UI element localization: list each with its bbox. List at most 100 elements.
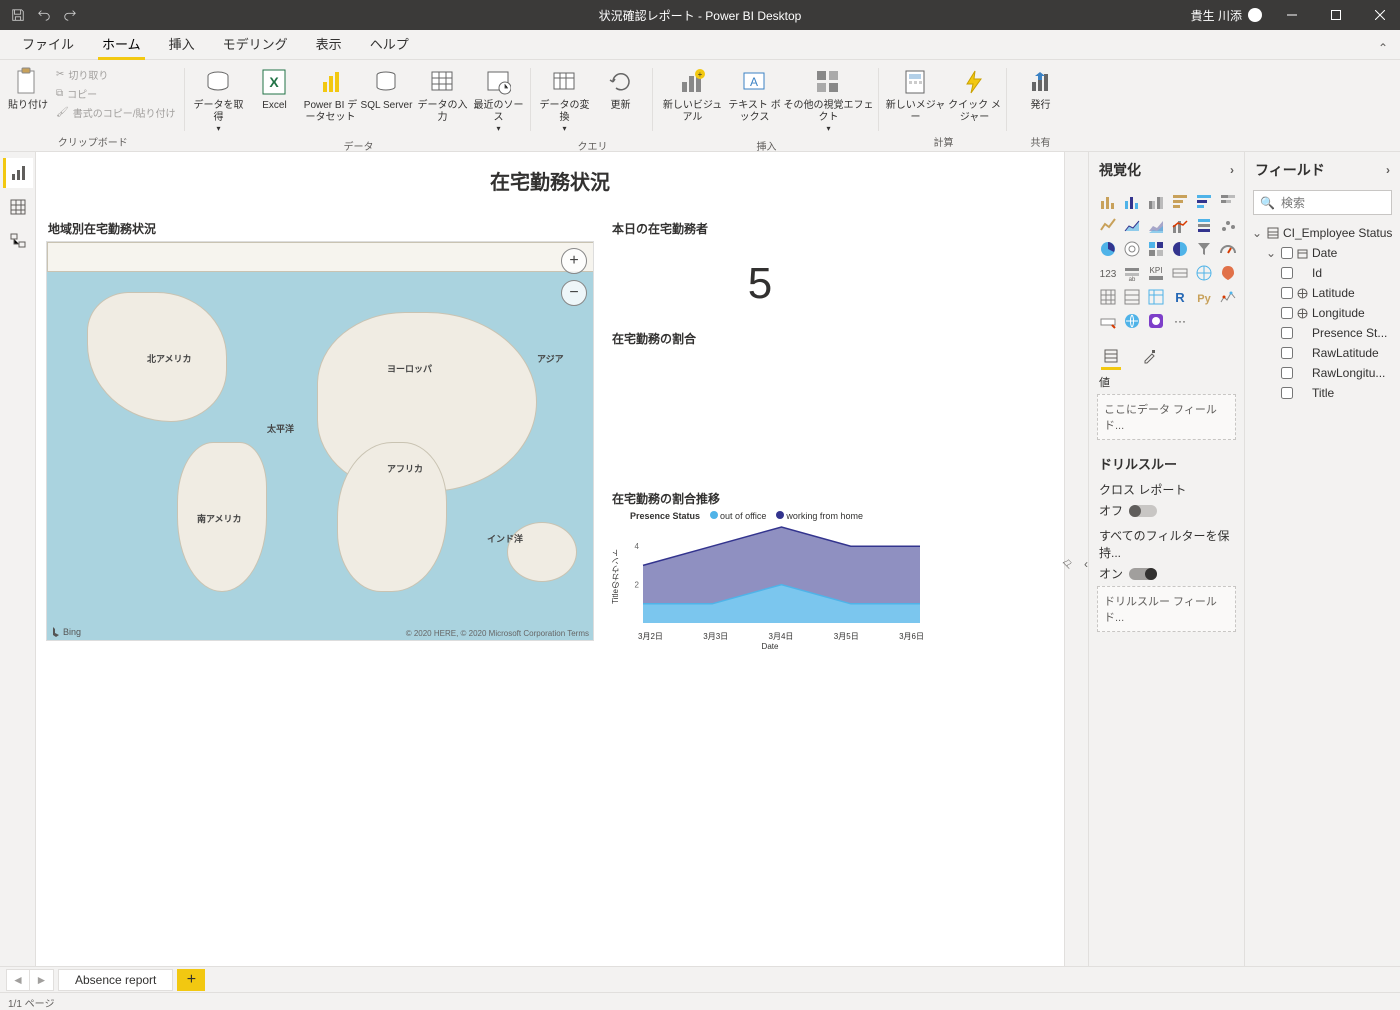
viz-type-tile[interactable] [1193, 238, 1215, 260]
viz-type-tile[interactable] [1097, 214, 1119, 236]
tab-file[interactable]: ファイル [8, 28, 88, 59]
viz-type-tile[interactable] [1169, 190, 1191, 212]
undo-icon[interactable] [32, 3, 56, 27]
page-prev-icon[interactable]: ◄ [6, 969, 30, 991]
viz-type-tile[interactable] [1097, 286, 1119, 308]
field-row[interactable]: Id [1249, 263, 1396, 283]
visual-card[interactable]: 本日の在宅勤務者 5 [610, 216, 910, 315]
page-next-icon[interactable]: ► [30, 969, 54, 991]
viz-type-tile[interactable] [1145, 310, 1167, 332]
viz-type-tile[interactable] [1145, 214, 1167, 236]
new-visual-button[interactable]: +新しいビジュアル [659, 62, 725, 128]
viz-tab-fields-icon[interactable] [1101, 344, 1121, 368]
field-checkbox[interactable] [1281, 347, 1293, 359]
viz-type-tile[interactable] [1121, 286, 1143, 308]
viz-type-tile[interactable] [1121, 214, 1143, 236]
field-row[interactable]: Latitude [1249, 283, 1396, 303]
viz-type-tile[interactable] [1217, 286, 1239, 308]
viz-more-icon[interactable]: ··· [1169, 310, 1191, 332]
field-row[interactable]: Presence St... [1249, 323, 1396, 343]
field-checkbox[interactable] [1281, 267, 1293, 279]
field-checkbox[interactable] [1281, 247, 1293, 259]
keep-filters-toggle[interactable] [1129, 568, 1157, 580]
viz-type-tile[interactable] [1121, 190, 1143, 212]
cross-report-toggle[interactable] [1129, 505, 1157, 517]
filters-rail[interactable]: ‹ ⚐ フィルター [1064, 152, 1088, 966]
values-field-well[interactable]: ここにデータ フィールド... [1097, 394, 1236, 440]
viz-type-tile[interactable] [1169, 214, 1191, 236]
model-view-icon[interactable] [3, 226, 33, 256]
viz-type-tile[interactable] [1169, 238, 1191, 260]
copy-button[interactable]: ⧉コピー [52, 85, 179, 102]
report-canvas[interactable]: 在宅勤務状況 地域別在宅勤務状況 北アメリカ 南アメリカ ヨーロッパ アフリカ … [36, 152, 1064, 966]
add-page-button[interactable]: + [177, 969, 205, 991]
tab-insert[interactable]: 挿入 [155, 28, 209, 59]
enter-data-button[interactable]: データの入力 [415, 62, 469, 128]
field-row[interactable]: ⌄Date [1249, 243, 1396, 263]
chevron-right-icon[interactable]: › [1230, 163, 1234, 177]
field-checkbox[interactable] [1281, 307, 1293, 319]
textbox-button[interactable]: Aテキスト ボックス [727, 62, 781, 128]
viz-type-tile[interactable] [1193, 214, 1215, 236]
transform-button[interactable]: データの変換▾ [537, 62, 591, 138]
viz-type-tile[interactable] [1121, 238, 1143, 260]
user-label[interactable]: 貴生 川添 [1191, 7, 1262, 24]
viz-type-tile[interactable] [1145, 238, 1167, 260]
save-icon[interactable] [6, 3, 30, 27]
page-tab[interactable]: Absence report [58, 969, 173, 991]
viz-type-tile[interactable] [1169, 262, 1191, 284]
viz-type-tile[interactable] [1193, 262, 1215, 284]
format-painter-button[interactable]: 🖌書式のコピー/貼り付け [52, 104, 179, 121]
visual-ratio[interactable]: 在宅勤務の割合 [610, 326, 910, 476]
map-zoom-in-icon[interactable]: + [561, 248, 587, 274]
tab-modeling[interactable]: モデリング [209, 28, 302, 59]
maximize-icon[interactable] [1316, 0, 1356, 30]
viz-type-tile[interactable]: 123 [1097, 262, 1119, 284]
field-checkbox[interactable] [1281, 387, 1293, 399]
ribbon-collapse-icon[interactable]: ⌃ [1366, 37, 1400, 59]
refresh-button[interactable]: 更新 [593, 62, 647, 116]
report-view-icon[interactable] [3, 158, 33, 188]
fields-pane-header[interactable]: フィールド› [1245, 152, 1400, 188]
map-surface[interactable]: 北アメリカ 南アメリカ ヨーロッパ アフリカ アジア 太平洋 インド洋 + − … [46, 241, 594, 641]
viz-type-tile[interactable]: R [1169, 286, 1191, 308]
excel-button[interactable]: XExcel [247, 62, 301, 116]
viz-pane-header[interactable]: 視覚化› [1089, 152, 1244, 188]
viz-type-tile[interactable]: KPI [1145, 262, 1167, 284]
viz-type-tile[interactable] [1121, 310, 1143, 332]
viz-type-tile[interactable] [1097, 190, 1119, 212]
field-checkbox[interactable] [1281, 287, 1293, 299]
viz-type-tile[interactable] [1217, 214, 1239, 236]
publish-button[interactable]: 発行 [1013, 62, 1067, 116]
redo-icon[interactable] [58, 3, 82, 27]
field-row[interactable]: Title [1249, 383, 1396, 403]
chevron-right-icon[interactable]: › [1386, 163, 1390, 177]
tab-home[interactable]: ホーム [88, 28, 155, 59]
viz-type-tile[interactable] [1217, 238, 1239, 260]
get-data-button[interactable]: データを取得▾ [191, 62, 245, 138]
table-row[interactable]: ⌄CI_Employee Status [1249, 223, 1396, 243]
viz-type-tile[interactable] [1193, 190, 1215, 212]
map-zoom-out-icon[interactable]: − [561, 280, 587, 306]
paste-button[interactable]: 貼り付け [6, 62, 50, 116]
more-visuals-button[interactable]: その他の視覚エフェクト▾ [783, 62, 873, 138]
tab-view[interactable]: 表示 [302, 28, 356, 59]
visual-trend-chart[interactable]: 在宅勤務の割合推移 Presence Status out of office … [610, 486, 930, 646]
viz-tab-format-icon[interactable] [1139, 344, 1159, 368]
viz-type-tile[interactable] [1217, 190, 1239, 212]
field-row[interactable]: RawLongitu... [1249, 363, 1396, 383]
field-checkbox[interactable] [1281, 367, 1293, 379]
viz-type-tile[interactable]: Py [1193, 286, 1215, 308]
minimize-icon[interactable] [1272, 0, 1312, 30]
tab-help[interactable]: ヘルプ [356, 28, 423, 59]
cut-button[interactable]: ✂切り取り [52, 66, 179, 83]
field-checkbox[interactable] [1281, 327, 1293, 339]
sql-server-button[interactable]: SQL Server [359, 62, 413, 116]
fields-search-input[interactable]: 🔍検索 [1253, 190, 1392, 215]
field-row[interactable]: Longitude [1249, 303, 1396, 323]
viz-type-tile[interactable] [1145, 190, 1167, 212]
close-icon[interactable] [1360, 0, 1400, 30]
quick-measure-button[interactable]: クイック メジャー [947, 62, 1001, 128]
drillthrough-field-well[interactable]: ドリルスルー フィールド... [1097, 586, 1236, 632]
viz-type-tile[interactable] [1217, 262, 1239, 284]
